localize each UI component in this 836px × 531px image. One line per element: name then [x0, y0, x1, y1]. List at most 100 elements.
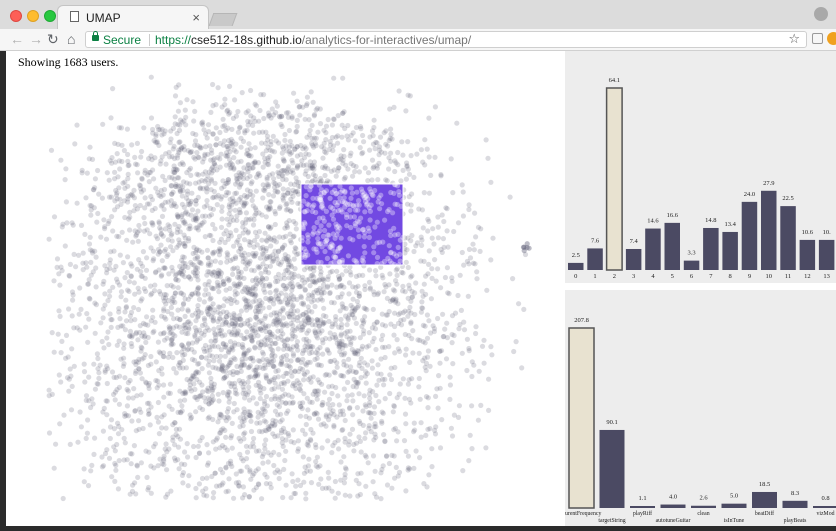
histogram-bar[interactable] — [703, 227, 719, 270]
histogram-bar[interactable] — [599, 429, 625, 508]
umap-point — [342, 174, 348, 181]
histogram-bottom[interactable]: 207.8urentFrequency90.1targetString1.1pl… — [565, 290, 836, 526]
umap-point — [251, 487, 257, 493]
umap-scatter-plot[interactable] — [6, 51, 564, 526]
address-bar[interactable]: Secure https://cse512-18s.github.io/anal… — [85, 31, 807, 48]
bar-value-label: 4.0 — [669, 494, 677, 501]
minimize-window-button[interactable] — [27, 10, 39, 22]
histogram-bar[interactable] — [625, 248, 642, 270]
umap-point — [410, 350, 416, 356]
umap-point — [88, 404, 94, 411]
umap-point — [232, 384, 238, 390]
umap-point — [380, 275, 386, 281]
histogram-bar[interactable] — [660, 504, 686, 508]
histogram-bar[interactable] — [722, 231, 738, 270]
umap-point — [58, 350, 64, 356]
umap-point — [273, 239, 279, 245]
histogram-top[interactable]: 2.507.6164.127.4314.6416.653.3614.8713.4… — [565, 51, 836, 283]
umap-point — [107, 311, 113, 317]
histogram-bar[interactable] — [782, 500, 808, 508]
umap-point — [139, 176, 145, 182]
umap-point — [128, 261, 134, 267]
bar-category-label: 0 — [574, 273, 577, 280]
umap-point — [233, 181, 239, 187]
new-tab-button[interactable] — [208, 13, 238, 26]
histogram-bar[interactable] — [813, 506, 836, 508]
histogram-bar[interactable] — [630, 506, 655, 508]
umap-point — [262, 185, 268, 191]
histogram-bar[interactable] — [568, 262, 584, 270]
umap-point — [233, 254, 239, 260]
histogram-bar[interactable] — [645, 228, 661, 270]
histogram-bar[interactable] — [721, 503, 747, 508]
umap-point — [335, 437, 341, 443]
histogram-bar[interactable] — [587, 248, 603, 270]
umap-point — [271, 386, 277, 392]
umap-point — [356, 391, 362, 397]
umap-point — [326, 413, 333, 419]
umap-point — [55, 331, 61, 337]
umap-point — [138, 269, 144, 275]
tab-title: UMAP — [86, 11, 121, 25]
umap-point — [239, 90, 245, 96]
home-icon[interactable]: ⌂ — [67, 30, 75, 48]
umap-point — [282, 343, 288, 349]
umap-point — [245, 230, 251, 236]
umap-point — [484, 287, 490, 293]
umap-point — [403, 259, 409, 265]
bar-category-label: 5 — [671, 273, 674, 280]
histogram-bar[interactable] — [568, 327, 595, 509]
maximize-window-button[interactable] — [44, 10, 56, 22]
histogram-bar[interactable] — [818, 239, 835, 270]
url-text[interactable]: https://cse512-18s.github.io/analytics-f… — [155, 33, 471, 47]
tab-close-icon[interactable]: × — [192, 10, 200, 25]
umap-point — [253, 103, 260, 109]
histogram-bar[interactable] — [752, 491, 777, 508]
umap-point — [311, 279, 317, 285]
umap-point — [450, 361, 456, 367]
histogram-bar[interactable] — [605, 87, 623, 271]
close-window-button[interactable] — [10, 10, 22, 22]
umap-point — [332, 495, 338, 501]
histogram-bar[interactable] — [741, 201, 758, 270]
tab-umap[interactable]: UMAP × — [58, 6, 208, 29]
back-icon[interactable]: ← — [10, 30, 24, 48]
reload-icon[interactable]: ↻ — [47, 30, 59, 48]
umap-point — [138, 154, 144, 160]
histogram-bar[interactable] — [691, 505, 716, 508]
umap-point — [338, 316, 344, 323]
histogram-bar[interactable] — [799, 239, 816, 270]
extension-icon[interactable] — [812, 33, 823, 44]
umap-point — [131, 305, 137, 311]
histogram-bar[interactable] — [780, 206, 796, 270]
umap-point — [107, 293, 113, 299]
selected-point — [298, 203, 304, 209]
umap-point — [256, 319, 262, 325]
umap-point — [297, 112, 303, 118]
selected-point — [374, 261, 380, 267]
umap-point — [292, 327, 298, 334]
star-icon[interactable]: ☆ — [788, 31, 800, 47]
selected-point — [331, 254, 337, 260]
bar-value-label: 0.8 — [821, 495, 829, 502]
umap-point — [294, 117, 300, 123]
umap-point — [205, 255, 211, 261]
umap-point — [407, 93, 413, 99]
histogram-bar[interactable] — [683, 260, 700, 270]
umap-point — [199, 120, 205, 126]
histogram-bar[interactable] — [664, 222, 681, 270]
umap-point — [297, 404, 304, 410]
umap-point — [248, 428, 255, 435]
extension-badge-icon[interactable] — [827, 32, 836, 45]
umap-point — [214, 136, 220, 142]
umap-point — [67, 441, 73, 447]
umap-point — [246, 389, 252, 395]
histogram-bar[interactable] — [761, 190, 777, 270]
umap-point — [335, 140, 341, 146]
umap-point — [332, 321, 338, 327]
forward-icon[interactable]: → — [29, 30, 43, 48]
umap-point — [74, 122, 80, 128]
umap-point — [329, 122, 335, 128]
umap-point — [185, 211, 191, 217]
profile-icon[interactable] — [814, 7, 828, 21]
